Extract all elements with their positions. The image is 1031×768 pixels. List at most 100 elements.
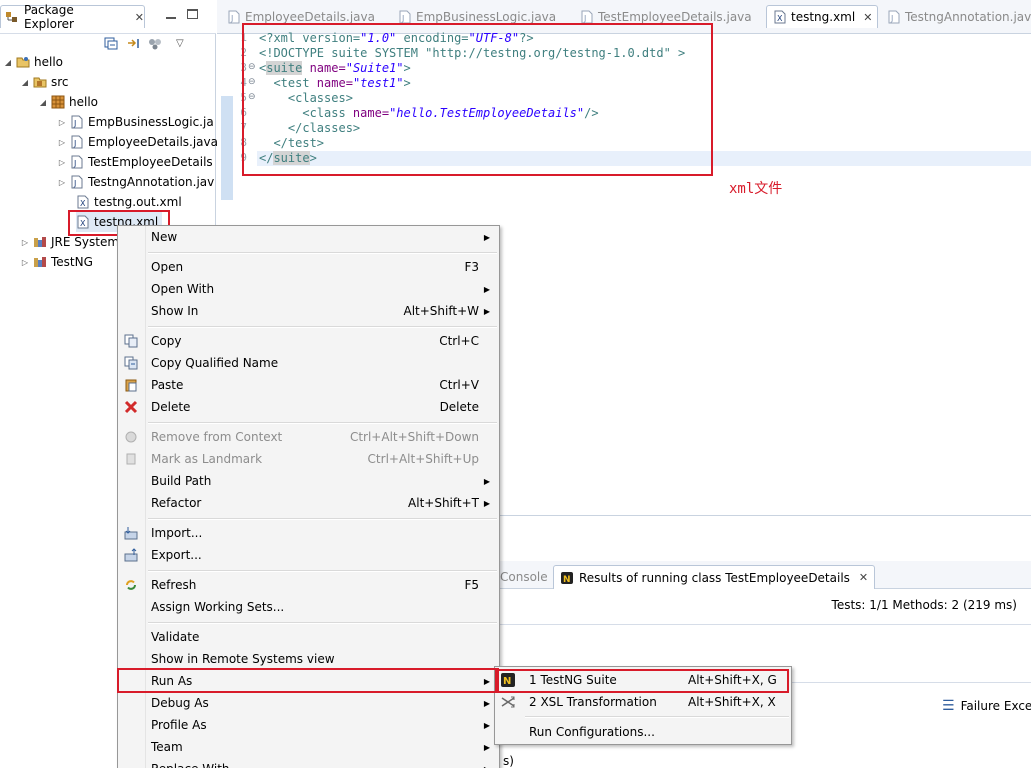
tab-testng-annotation[interactable]: J TestngAnnotation.java xyxy=(881,5,1031,28)
menu-item-run-as[interactable]: Run As ▶ xyxy=(118,670,499,692)
menu-item-show-in[interactable]: Show In Alt+Shift+W ▶ xyxy=(118,300,499,322)
collapsed-icon[interactable]: ▷ xyxy=(21,238,29,247)
menu-item-label: Show in Remote Systems view xyxy=(151,652,335,666)
submenu-item-label: 2 XSL Transformation xyxy=(529,695,657,709)
close-icon[interactable]: ✕ xyxy=(863,11,872,24)
collapsed-icon[interactable]: ▷ xyxy=(21,258,29,267)
menu-item-copy[interactable]: Copy Ctrl+C xyxy=(118,330,499,352)
tree-library[interactable]: ▷ TestNG xyxy=(21,252,93,272)
menu-item-shortcut: Ctrl+Alt+Shift+Down xyxy=(349,430,479,444)
collapsed-icon[interactable]: ▷ xyxy=(58,138,66,147)
maximize-icon[interactable] xyxy=(187,9,198,19)
close-icon[interactable]: ✕ xyxy=(859,571,868,584)
highlight-xml-content xyxy=(242,23,713,176)
testng-icon: N xyxy=(500,672,516,688)
svg-text:X: X xyxy=(777,14,783,23)
menu-item-label: Profile As xyxy=(151,718,207,732)
menu-item-refactor[interactable]: Refactor Alt+Shift+T ▶ xyxy=(118,492,499,514)
submenu-item-run-configurations[interactable]: Run Configurations... xyxy=(495,721,791,743)
menu-item-refresh[interactable]: Refresh F5 xyxy=(118,574,499,596)
close-icon[interactable]: ✕ xyxy=(135,11,144,24)
menu-item-import[interactable]: Import... xyxy=(118,522,499,544)
copy-qualified-name-icon xyxy=(123,355,139,371)
tab-console[interactable]: Console xyxy=(494,565,554,589)
svg-text:N: N xyxy=(503,676,511,687)
menu-item-paste[interactable]: Paste Ctrl+V xyxy=(118,374,499,396)
xml-file-icon: X xyxy=(77,195,89,209)
xsl-transform-icon xyxy=(500,694,516,710)
menu-item-label: Debug As xyxy=(151,696,209,710)
menu-item-shortcut: Ctrl+V xyxy=(439,378,479,392)
menu-item-export[interactable]: Export... xyxy=(118,544,499,566)
collapsed-icon[interactable]: ▷ xyxy=(58,158,66,167)
collapsed-icon[interactable]: ▷ xyxy=(58,118,66,127)
svg-text:J: J xyxy=(73,139,76,148)
expanded-icon[interactable]: ◢ xyxy=(39,98,47,107)
tree-package-hello[interactable]: ◢ hello xyxy=(39,92,98,112)
svg-text:J: J xyxy=(583,14,586,23)
menu-item-label: Assign Working Sets... xyxy=(151,600,285,614)
menu-item-replace-with[interactable]: Replace With ▶ xyxy=(118,758,499,768)
menu-item-profile-as[interactable]: Profile As ▶ xyxy=(118,714,499,736)
tab-package-explorer[interactable]: Package Explorer ✕ xyxy=(0,3,145,31)
list-icon: ☰ xyxy=(942,698,955,714)
svg-text:X: X xyxy=(80,199,86,208)
tree-label: src xyxy=(51,75,69,89)
submenu-item-1-testng-suite[interactable]: N 1 TestNG Suite Alt+Shift+X, G xyxy=(495,669,791,691)
submenu-arrow-icon: ▶ xyxy=(483,498,490,508)
submenu-arrow-icon: ▶ xyxy=(483,676,490,686)
view-menu-icon[interactable]: ▽ xyxy=(176,38,184,49)
menu-item-label: Refactor xyxy=(151,496,202,510)
menu-item-label: Delete xyxy=(151,400,191,414)
focus-active-task-icon[interactable] xyxy=(148,37,162,50)
menu-item-new[interactable]: New ▶ xyxy=(118,226,499,248)
collapse-all-icon[interactable] xyxy=(104,37,118,50)
java-file-icon: J xyxy=(71,115,83,129)
tab-label: TestEmployeeDetails.java xyxy=(598,9,752,24)
tab-testng-results[interactable]: N Results of running class TestEmployeeD… xyxy=(553,565,876,589)
menu-item-copy-qualified-name[interactable]: Copy Qualified Name xyxy=(118,352,499,374)
menu-item-delete[interactable]: Delete Delete xyxy=(118,396,499,418)
change-ruler xyxy=(221,96,233,200)
link-with-editor-icon[interactable] xyxy=(126,37,140,50)
submenu-item-2-xsl-transformation[interactable]: 2 XSL Transformation Alt+Shift+X, X xyxy=(495,691,791,713)
tree-file[interactable]: ▷ J TestngAnnotation.jav xyxy=(58,172,214,192)
java-file-icon: J xyxy=(399,10,411,23)
menu-item-label: Replace With xyxy=(151,762,230,768)
expanded-icon[interactable]: ◢ xyxy=(21,78,29,87)
menu-item-open-with[interactable]: Open With ▶ xyxy=(118,278,499,300)
menu-item-shortcut: Ctrl+Alt+Shift+Up xyxy=(367,452,479,466)
menu-item-remove-from-context[interactable]: Remove from Context Ctrl+Alt+Shift+Down xyxy=(118,426,499,448)
tab-label: Console xyxy=(500,570,548,584)
menu-item-build-path[interactable]: Build Path ▶ xyxy=(118,470,499,492)
package-icon xyxy=(51,95,65,109)
xml-file-icon: X xyxy=(774,10,786,24)
tree-label: TestngAnnotation.jav xyxy=(88,175,215,189)
tree-src-folder[interactable]: ◢ src xyxy=(21,72,69,92)
library-icon xyxy=(34,237,46,247)
failure-exception-tab[interactable]: ☰ Failure Exce xyxy=(942,698,1031,714)
menu-item-show-in-remote-systems-view[interactable]: Show in Remote Systems view xyxy=(118,648,499,670)
menu-item-label: Remove from Context xyxy=(151,430,283,444)
tree-file[interactable]: ▷ J EmpBusinessLogic.ja xyxy=(58,112,214,132)
menu-item-label: Open xyxy=(151,260,184,274)
menu-item-assign-working-sets[interactable]: Assign Working Sets... xyxy=(118,596,499,618)
results-tree-fragment: s) xyxy=(503,754,514,768)
menu-item-validate[interactable]: Validate xyxy=(118,626,499,648)
java-file-icon: J xyxy=(228,10,240,23)
tree-file[interactable]: X testng.out.xml xyxy=(76,192,182,212)
menu-item-debug-as[interactable]: Debug As ▶ xyxy=(118,692,499,714)
tree-file[interactable]: ▷ J TestEmployeeDetails xyxy=(58,152,213,172)
submenu-item-label: Run Configurations... xyxy=(529,725,655,739)
tree-project-hello[interactable]: ◢ hello xyxy=(4,52,63,72)
menu-item-mark-as-landmark[interactable]: Mark as Landmark Ctrl+Alt+Shift+Up xyxy=(118,448,499,470)
collapsed-icon[interactable]: ▷ xyxy=(58,178,66,187)
tree-file[interactable]: ▷ J EmployeeDetails.java xyxy=(58,132,218,152)
expanded-icon[interactable]: ◢ xyxy=(4,58,12,67)
tree-library[interactable]: ▷ JRE System xyxy=(21,232,119,252)
minimize-icon[interactable] xyxy=(166,9,176,19)
menu-item-label: Copy xyxy=(151,334,182,348)
menu-item-open[interactable]: Open F3 xyxy=(118,256,499,278)
menu-item-team[interactable]: Team ▶ xyxy=(118,736,499,758)
tab-testng-xml[interactable]: X testng.xml ✕ xyxy=(766,5,878,28)
